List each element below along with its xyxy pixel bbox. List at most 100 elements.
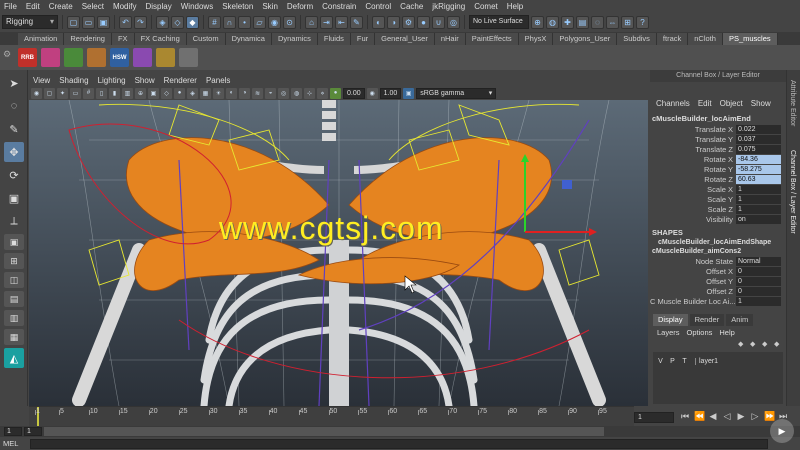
menu-skeleton[interactable]: Skeleton xyxy=(222,2,253,11)
layer-menu-help[interactable]: Help xyxy=(719,328,734,338)
go-to-start-icon[interactable]: ⏮ xyxy=(680,410,690,422)
viewport-menu-shading[interactable]: Shading xyxy=(59,76,88,85)
new-layer-selected-icon[interactable]: ◆ xyxy=(774,340,783,348)
play-forwards-icon[interactable]: ▶ xyxy=(736,410,746,422)
shelf-button-icon[interactable]: HSW xyxy=(110,48,129,67)
shelf-button-icon[interactable] xyxy=(41,48,60,67)
attribute-row[interactable]: Rotate X -84.36 xyxy=(650,154,786,164)
snap-point-icon[interactable]: • xyxy=(238,15,251,29)
plugin-logo-icon[interactable]: ◭ xyxy=(4,348,24,368)
shelf-tab-fx[interactable]: FX xyxy=(111,33,135,45)
attribute-value[interactable]: 1 xyxy=(736,194,781,204)
attribute-value[interactable]: 0.022 xyxy=(736,124,781,134)
history-icon[interactable]: ⌂ xyxy=(305,15,318,29)
shelf-tab-physx[interactable]: PhysX xyxy=(518,33,554,45)
attribute-value[interactable]: 0.075 xyxy=(736,144,781,154)
input-attribute-row[interactable]: Offset X0 xyxy=(650,266,786,276)
attribute-value[interactable]: -84.36 xyxy=(736,154,781,164)
exposure-field[interactable]: 0.00 xyxy=(343,87,365,99)
layer-tab-display[interactable]: Display xyxy=(653,314,688,326)
input-attribute-row[interactable]: Node State Normal xyxy=(650,256,786,266)
menu-file[interactable]: File xyxy=(4,2,17,11)
attribute-value[interactable]: 60.63 xyxy=(736,174,781,184)
image-plane-icon[interactable]: ▭ xyxy=(70,87,81,99)
attribute-name[interactable]: Translate Z xyxy=(650,145,736,154)
camera-attributes-icon[interactable]: ▢ xyxy=(44,87,55,99)
save-scene-icon[interactable]: ▣ xyxy=(97,15,110,29)
layer-row[interactable]: V P T layer1 xyxy=(653,355,783,367)
ambient-occlusion-icon[interactable]: ◑ xyxy=(239,87,250,99)
attribute-name[interactable]: Offset Z xyxy=(650,287,736,296)
input-icon[interactable]: ⇥ xyxy=(320,15,333,29)
sculpt-icon[interactable]: ◍ xyxy=(546,15,559,29)
gate-mask-icon[interactable]: ▥ xyxy=(122,87,133,99)
attribute-name[interactable]: Node State xyxy=(650,257,736,266)
menu-modify[interactable]: Modify xyxy=(113,2,137,11)
resolution-gate-icon[interactable]: ▮ xyxy=(109,87,120,99)
viewport-menu-renderer[interactable]: Renderer xyxy=(164,76,197,85)
select-hierarchy-icon[interactable]: ◈ xyxy=(156,15,169,29)
new-scene-icon[interactable]: ▢ xyxy=(67,15,80,29)
command-language-label[interactable]: MEL xyxy=(0,439,30,448)
layer-visibility-toggle[interactable]: V xyxy=(656,358,665,365)
attribute-row[interactable]: Visibility on xyxy=(650,214,786,224)
attribute-value[interactable]: 0 xyxy=(736,276,781,286)
attribute-row[interactable]: Translate X 0.022 xyxy=(650,124,786,134)
menu-constrain[interactable]: Constrain xyxy=(322,2,356,11)
step-forward-key-icon[interactable]: ⏩ xyxy=(764,410,775,422)
time-slider[interactable]: 1 5 10 15 20 25 30 35 40 45 50 55 60 65 70 75 80 85 90 95 xyxy=(29,406,634,427)
xray-components-icon[interactable]: ⋄ xyxy=(317,87,328,99)
shelf-tab-dynamica[interactable]: Dynamica xyxy=(225,33,272,45)
viewport-menu-show[interactable]: Show xyxy=(135,76,155,85)
step-back-frame-icon[interactable]: ◀ xyxy=(708,410,718,422)
outliner-layout-icon[interactable]: ▤ xyxy=(4,291,24,307)
shelf-menu-icon[interactable]: ⚙ xyxy=(3,49,13,65)
undo-icon[interactable]: ↶ xyxy=(119,15,132,29)
menu-cache[interactable]: Cache xyxy=(400,2,423,11)
new-layer-icon[interactable]: ◆ xyxy=(762,340,771,348)
channel-menu-edit[interactable]: Edit xyxy=(698,99,712,108)
attribute-name[interactable]: Scale Y xyxy=(650,195,736,204)
attribute-name[interactable]: Offset X xyxy=(650,267,736,276)
xray-icon[interactable]: ◍ xyxy=(291,87,302,99)
select-tool-icon[interactable]: ➤ xyxy=(4,73,24,93)
shelf-tab-fluids[interactable]: Fluids xyxy=(317,33,351,45)
xray-joints-icon[interactable]: ⊹ xyxy=(304,87,315,99)
shelf-tab-subdivs[interactable]: Subdivs xyxy=(617,33,657,45)
reflect-icon[interactable]: ⇔ xyxy=(606,15,619,29)
snap-surface-icon[interactable]: ◉ xyxy=(268,15,281,29)
isolate-select-icon[interactable]: ◎ xyxy=(278,87,289,99)
lights-icon[interactable]: ☀ xyxy=(213,87,224,99)
command-input[interactable] xyxy=(30,438,768,449)
wireframe-icon[interactable]: ◇ xyxy=(161,87,172,99)
symmetry-icon[interactable]: ⊕ xyxy=(531,15,544,29)
shelf-tab-polygons-user[interactable]: Polygons_User xyxy=(553,33,618,45)
viewport-menu-panels[interactable]: Panels xyxy=(206,76,230,85)
colorspace-select[interactable]: sRGB gamma xyxy=(416,87,497,99)
attribute-row[interactable]: Rotate Z 60.63 xyxy=(650,174,786,184)
attribute-value[interactable]: 0 xyxy=(736,286,781,296)
shelf-tab-fx-caching[interactable]: FX Caching xyxy=(134,33,187,45)
shelf-button-icon[interactable]: RRB xyxy=(18,48,37,67)
attribute-row[interactable]: Translate Z 0.075 xyxy=(650,144,786,154)
render-settings-icon[interactable]: ⚙ xyxy=(402,15,415,29)
attribute-value[interactable]: Normal xyxy=(736,256,781,266)
gamma-icon[interactable]: ◉ xyxy=(366,87,378,99)
ipr-render-icon[interactable]: ◑ xyxy=(387,15,400,29)
attribute-value[interactable]: 1 xyxy=(736,204,781,214)
shelf-tab-general-user[interactable]: General_User xyxy=(375,33,435,45)
attribute-name[interactable]: Rotate Z xyxy=(650,175,736,184)
camera-icon[interactable]: ◎ xyxy=(447,15,460,29)
shelf-tab-ftrack[interactable]: ftrack xyxy=(656,33,689,45)
two-pane-layout-icon[interactable]: ◫ xyxy=(4,272,24,288)
color-management-icon[interactable]: ▣ xyxy=(403,87,415,99)
four-pane-layout-icon[interactable]: ⊞ xyxy=(4,253,24,269)
layer-menu-options[interactable]: Options xyxy=(687,328,713,338)
hypergraph-layout-icon[interactable]: ▦ xyxy=(4,329,24,345)
attribute-value[interactable]: -58.275 xyxy=(736,164,781,174)
shelf-tab-rendering[interactable]: Rendering xyxy=(64,33,112,45)
lock-icon[interactable]: ▤ xyxy=(576,15,589,29)
shadows-icon[interactable]: ◐ xyxy=(226,87,237,99)
attribute-value[interactable]: 1 xyxy=(736,184,781,194)
layer-tab-anim[interactable]: Anim xyxy=(726,314,754,326)
